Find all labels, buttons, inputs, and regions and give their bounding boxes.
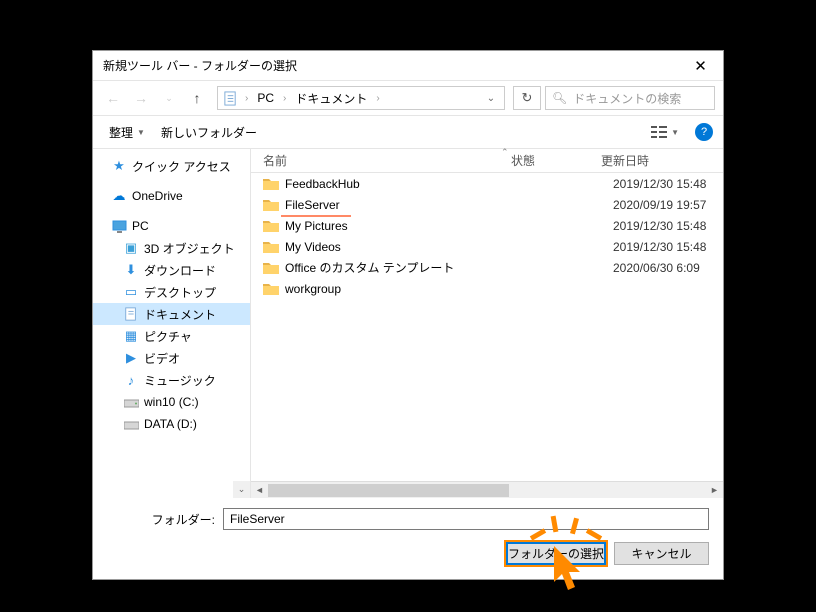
folder-icon xyxy=(263,240,279,254)
onedrive-icon: ☁ xyxy=(111,188,127,204)
nav-videos[interactable]: ▶ ビデオ xyxy=(93,347,250,369)
nav-3d-objects[interactable]: ▣ 3D オブジェクト xyxy=(93,237,250,259)
window-title: 新規ツール バー - フォルダーの選択 xyxy=(103,57,297,74)
nav-onedrive[interactable]: ☁ OneDrive xyxy=(93,185,250,207)
drive-icon xyxy=(123,394,139,410)
nav-quick-access[interactable]: ★ クイック アクセス xyxy=(93,155,250,177)
folder-field-label: フォルダー: xyxy=(107,511,215,528)
up-button[interactable]: ↑ xyxy=(185,86,209,110)
titlebar: 新規ツール バー - フォルダーの選択 ✕ xyxy=(93,51,723,81)
quick-access-icon: ★ xyxy=(111,158,127,174)
column-headers: 名前 ⌃ 状態 更新日時 xyxy=(251,149,723,173)
address-dropdown[interactable]: ⌄ xyxy=(482,93,500,104)
desktop-icon: ▭ xyxy=(123,284,139,300)
column-date[interactable]: 更新日時 xyxy=(601,152,723,169)
scroll-left-icon[interactable]: ◄ xyxy=(251,485,268,495)
chevron-down-icon: ▼ xyxy=(137,128,145,137)
file-row[interactable]: My Videos 2019/12/30 15:48 xyxy=(251,236,723,257)
help-button[interactable]: ? xyxy=(695,123,713,141)
videos-icon: ▶ xyxy=(123,350,139,366)
column-name[interactable]: 名前 xyxy=(251,152,511,169)
nav-c-drive[interactable]: win10 (C:) xyxy=(93,391,250,413)
chevron-right-icon: › xyxy=(242,93,251,104)
column-status[interactable]: 状態 xyxy=(511,152,601,169)
view-icon xyxy=(651,125,667,139)
file-row[interactable]: My Pictures 2019/12/30 15:48 xyxy=(251,215,723,236)
file-rows-area[interactable]: FeedbackHub 2019/12/30 15:48 FileServer … xyxy=(251,173,723,481)
nav-pictures[interactable]: ▦ ピクチャ xyxy=(93,325,250,347)
nav-pc[interactable]: PC xyxy=(93,215,250,237)
navpane-scroll-down[interactable]: ⌄ xyxy=(233,481,250,498)
sort-indicator-icon: ⌃ xyxy=(501,147,509,158)
main-area: ★ クイック アクセス ☁ OneDrive PC ▣ 3D オブジェクト ⬇ xyxy=(93,149,723,498)
folder-icon xyxy=(263,282,279,296)
file-row[interactable]: workgroup xyxy=(251,278,723,299)
folder-select-dialog: 新規ツール バー - フォルダーの選択 ✕ ← → ⌄ ↑ › PC › ドキュ… xyxy=(92,50,724,580)
chevron-right-icon: › xyxy=(373,93,382,104)
documents-icon xyxy=(222,90,238,106)
search-input[interactable]: 🔍︎ ドキュメントの検索 xyxy=(545,86,715,110)
search-icon: 🔍︎ xyxy=(552,91,567,105)
folder-icon xyxy=(263,261,279,275)
file-row[interactable]: FeedbackHub 2019/12/30 15:48 xyxy=(251,173,723,194)
file-row[interactable]: Office のカスタム テンプレート 2020/06/30 6:09 xyxy=(251,257,723,278)
breadcrumb-pc[interactable]: PC xyxy=(255,91,276,105)
folder-name-input[interactable] xyxy=(223,508,709,530)
footer: フォルダー: フォルダーの選択 キャンセル xyxy=(93,498,723,579)
back-button[interactable]: ← xyxy=(101,86,125,110)
chevron-right-icon: › xyxy=(280,93,289,104)
recent-dropdown[interactable]: ⌄ xyxy=(157,86,181,110)
new-folder-button[interactable]: 新しいフォルダー xyxy=(155,121,263,144)
navbar: ← → ⌄ ↑ › PC › ドキュメント › ⌄ ↻ 🔍︎ ドキュメントの検索 xyxy=(93,81,723,115)
folder-icon xyxy=(263,198,279,212)
scroll-thumb[interactable] xyxy=(268,484,509,497)
file-row[interactable]: FileServer 2020/09/19 19:57 xyxy=(251,194,723,215)
file-list: 名前 ⌃ 状態 更新日時 FeedbackHub 2019/12/30 15:4… xyxy=(251,149,723,498)
3d-objects-icon: ▣ xyxy=(123,240,139,256)
navigation-pane: ★ クイック アクセス ☁ OneDrive PC ▣ 3D オブジェクト ⬇ xyxy=(93,149,251,498)
breadcrumb-documents[interactable]: ドキュメント xyxy=(293,90,369,107)
organize-button[interactable]: 整理 ▼ xyxy=(103,121,151,144)
forward-button[interactable]: → xyxy=(129,86,153,110)
toolbar: 整理 ▼ 新しいフォルダー ▼ ? xyxy=(93,115,723,149)
address-bar[interactable]: › PC › ドキュメント › ⌄ xyxy=(217,86,505,110)
button-row: フォルダーの選択 キャンセル xyxy=(107,542,709,565)
nav-d-drive[interactable]: DATA (D:) xyxy=(93,413,250,435)
search-placeholder: ドキュメントの検索 xyxy=(573,90,681,107)
annotation-underline xyxy=(281,215,351,217)
downloads-icon: ⬇ xyxy=(123,262,139,278)
select-folder-button[interactable]: フォルダーの選択 xyxy=(506,542,606,565)
pictures-icon: ▦ xyxy=(123,328,139,344)
folder-field-row: フォルダー: xyxy=(107,508,709,530)
view-options-button[interactable]: ▼ xyxy=(647,123,683,141)
nav-music[interactable]: ♪ ミュージック xyxy=(93,369,250,391)
close-button[interactable]: ✕ xyxy=(678,51,723,81)
scroll-right-icon[interactable]: ► xyxy=(706,485,723,495)
chevron-down-icon: ▼ xyxy=(671,128,679,137)
refresh-button[interactable]: ↻ xyxy=(513,86,541,110)
nav-documents[interactable]: ドキュメント xyxy=(93,303,250,325)
nav-downloads[interactable]: ⬇ ダウンロード xyxy=(93,259,250,281)
folder-icon xyxy=(263,177,279,191)
cancel-button[interactable]: キャンセル xyxy=(614,542,709,565)
folder-icon xyxy=(263,219,279,233)
nav-desktop[interactable]: ▭ デスクトップ xyxy=(93,281,250,303)
music-icon: ♪ xyxy=(123,372,139,388)
drive-icon xyxy=(123,416,139,432)
documents-icon xyxy=(123,306,139,322)
pc-icon xyxy=(111,218,127,234)
horizontal-scrollbar[interactable]: ◄ ► xyxy=(251,481,723,498)
